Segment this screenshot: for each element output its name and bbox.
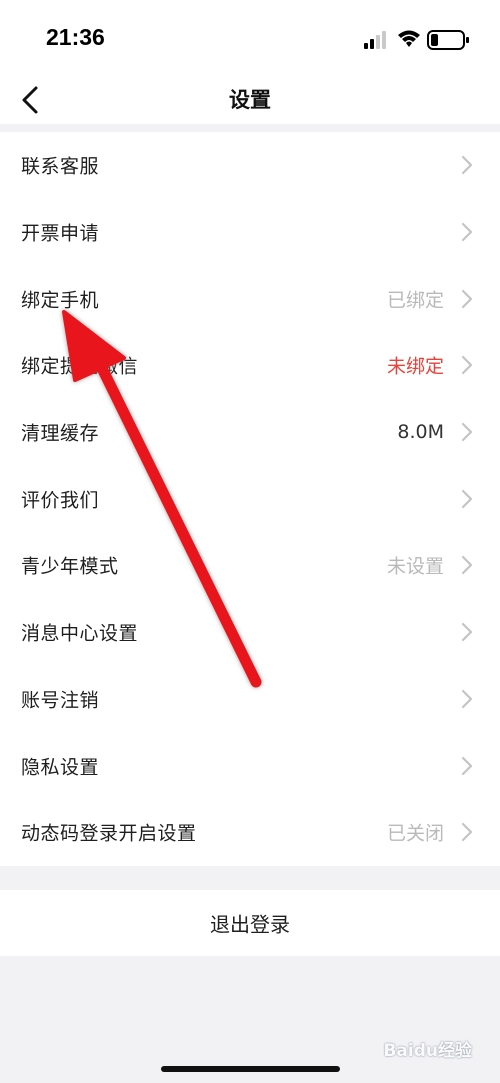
setting-label: 绑定提现微信 xyxy=(21,355,139,378)
battery-icon xyxy=(427,30,469,50)
cellular-signal-icon xyxy=(364,31,386,49)
setting-value: 已绑定 xyxy=(386,289,444,312)
setting-value: 未设置 xyxy=(386,555,444,578)
setting-value: 8.0M xyxy=(397,421,444,444)
setting-invoice-request[interactable]: 开票申请 xyxy=(0,199,500,266)
chevron-right-icon xyxy=(461,422,473,442)
watermark-logo: Baidu经验 xyxy=(383,1041,472,1061)
nav-bar: 设置 xyxy=(0,76,500,124)
setting-bind-phone[interactable]: 绑定手机 已绑定 xyxy=(0,265,500,332)
chevron-right-icon xyxy=(461,756,473,775)
setting-label: 青少年模式 xyxy=(21,555,119,578)
setting-label: 联系客服 xyxy=(21,155,100,178)
setting-clear-cache[interactable]: 清理缓存 8.0M xyxy=(0,399,500,466)
setting-label: 开票申请 xyxy=(21,222,100,245)
status-bar: 21:36 xyxy=(0,0,500,76)
chevron-right-icon xyxy=(461,356,473,375)
logout-label: 退出登录 xyxy=(210,912,290,937)
chevron-right-icon xyxy=(461,823,473,842)
chevron-right-icon xyxy=(461,556,473,575)
chevron-right-icon xyxy=(461,623,473,642)
status-icons xyxy=(364,28,474,52)
setting-value: 已关闭 xyxy=(386,822,444,845)
chevron-right-icon xyxy=(461,689,473,708)
setting-bind-wechat-withdraw[interactable]: 绑定提现微信 未绑定 xyxy=(0,332,500,399)
setting-dynamic-code-login[interactable]: 动态码登录开启设置 已关闭 xyxy=(0,799,500,866)
logout-button[interactable]: 退出登录 xyxy=(0,890,500,956)
setting-rate-us[interactable]: 评价我们 xyxy=(0,465,500,532)
chevron-right-icon xyxy=(461,489,473,508)
wifi-icon xyxy=(398,30,420,47)
chevron-right-icon xyxy=(461,222,473,242)
home-indicator[interactable] xyxy=(161,1066,340,1072)
chevron-right-icon xyxy=(461,156,473,175)
setting-delete-account[interactable]: 账号注销 xyxy=(0,666,500,733)
setting-teen-mode[interactable]: 青少年模式 未设置 xyxy=(0,532,500,599)
setting-value: 未绑定 xyxy=(386,355,444,378)
setting-label: 消息中心设置 xyxy=(21,622,139,645)
setting-label: 隐私设置 xyxy=(21,756,100,779)
setting-label: 评价我们 xyxy=(21,489,100,512)
setting-label: 动态码登录开启设置 xyxy=(21,822,197,845)
setting-contact-support[interactable]: 联系客服 xyxy=(0,132,500,199)
page-title: 设置 xyxy=(229,88,271,112)
chevron-right-icon xyxy=(461,289,473,308)
setting-privacy[interactable]: 隐私设置 xyxy=(0,732,500,799)
setting-label: 绑定手机 xyxy=(21,289,100,312)
setting-message-center[interactable]: 消息中心设置 xyxy=(0,599,500,666)
setting-label: 账号注销 xyxy=(21,689,100,712)
setting-label: 清理缓存 xyxy=(21,422,100,445)
settings-list: 联系客服 开票申请 绑定手机 已绑定 绑定提现微信 未绑定 清理缓存 8.0M … xyxy=(0,132,500,866)
status-time: 21:36 xyxy=(46,24,105,50)
